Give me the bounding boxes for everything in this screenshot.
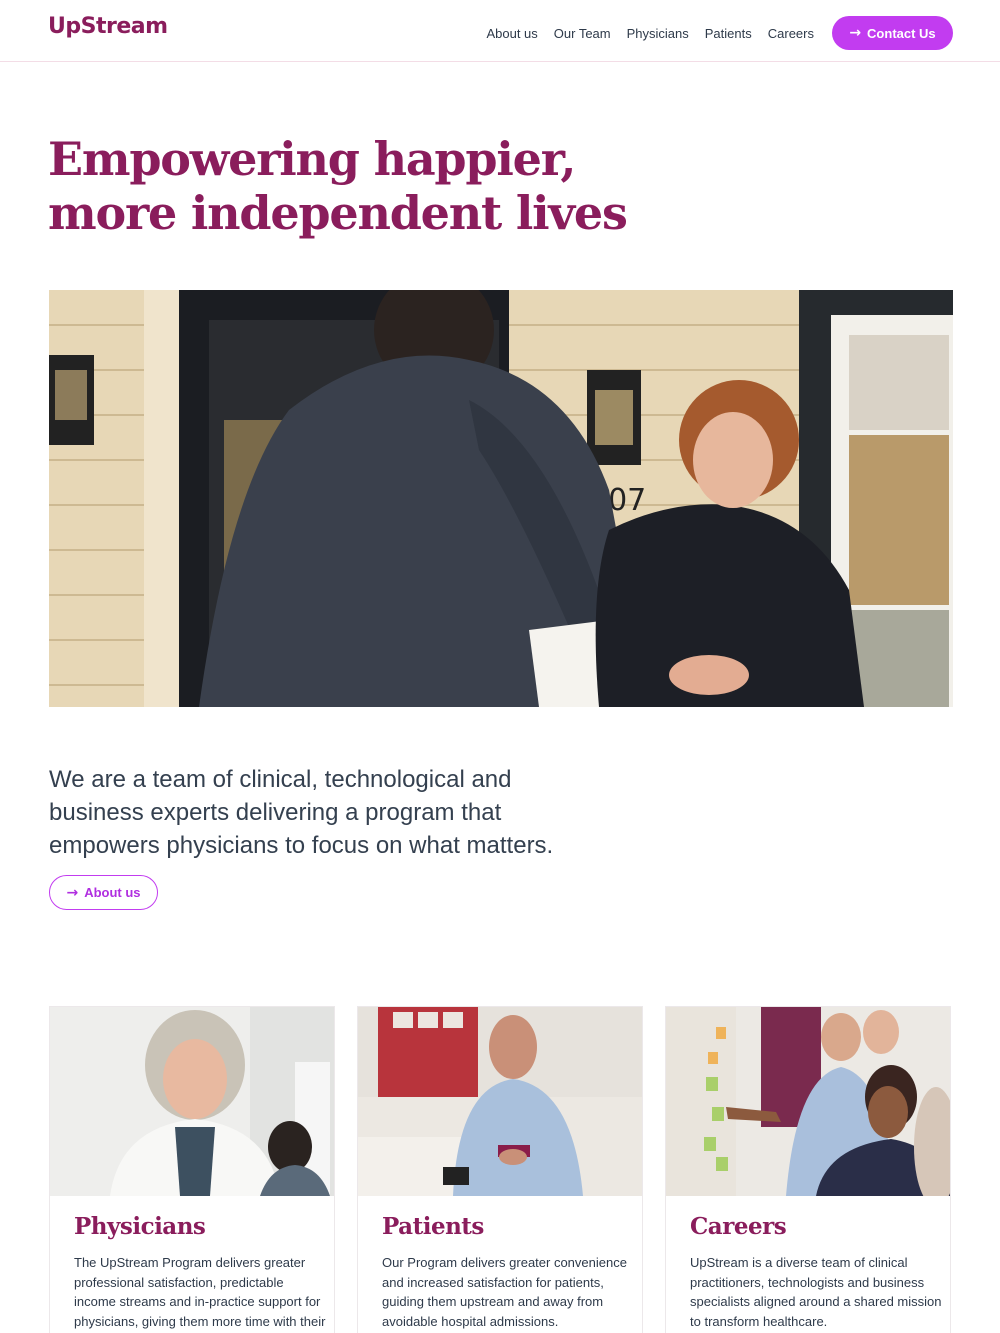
contact-us-button[interactable]: → Contact Us [832, 16, 953, 50]
nav-our-team[interactable]: Our Team [554, 26, 611, 41]
card-text-patients: Our Program delivers greater convenience… [382, 1255, 627, 1329]
card-title-patients: Patients [382, 1213, 484, 1240]
nav-about-us[interactable]: About us [486, 26, 537, 41]
site-header: UpStream About us Our Team Physicians Pa… [0, 0, 1000, 62]
card-physicians[interactable]: Physicians The UpStream Program delivers… [49, 1006, 335, 1333]
arrow-right-icon: → [66, 884, 79, 901]
contact-us-label: Contact Us [867, 25, 936, 41]
card-title-physicians: Physicians [74, 1213, 206, 1240]
hero-title-line1: Empowering happier, [48, 132, 576, 186]
porch-scene-illustration: 107 [49, 290, 953, 707]
nav-careers[interactable]: Careers [768, 26, 814, 41]
main-nav: About us Our Team Physicians Patients Ca… [486, 16, 953, 50]
hero-title-line2: more independent lives [48, 186, 628, 240]
about-us-button[interactable]: → About us [49, 875, 158, 910]
card-patients[interactable]: Patients Our Program delivers greater co… [357, 1006, 643, 1333]
hero-photo: 107 [49, 290, 953, 707]
card-careers[interactable]: Careers UpStream is a diverse team of cl… [665, 1006, 951, 1333]
card-text-careers: UpStream is a diverse team of clinical p… [690, 1255, 942, 1329]
card-text-physicians: The UpStream Program delivers greater pr… [74, 1255, 326, 1329]
nav-patients[interactable]: Patients [705, 26, 752, 41]
hero-title: Empowering happier, more independent liv… [48, 132, 668, 240]
upstream-logo[interactable]: UpStream [48, 14, 168, 39]
arrow-right-icon: → [849, 25, 862, 41]
card-title-careers: Careers [690, 1213, 787, 1240]
physician-photo [50, 1007, 334, 1196]
nav-physicians[interactable]: Physicians [627, 26, 689, 41]
intro-paragraph: We are a team of clinical, technological… [49, 766, 554, 859]
patient-photo [358, 1007, 642, 1196]
careers-photo [666, 1007, 950, 1196]
about-us-label: About us [84, 885, 141, 900]
